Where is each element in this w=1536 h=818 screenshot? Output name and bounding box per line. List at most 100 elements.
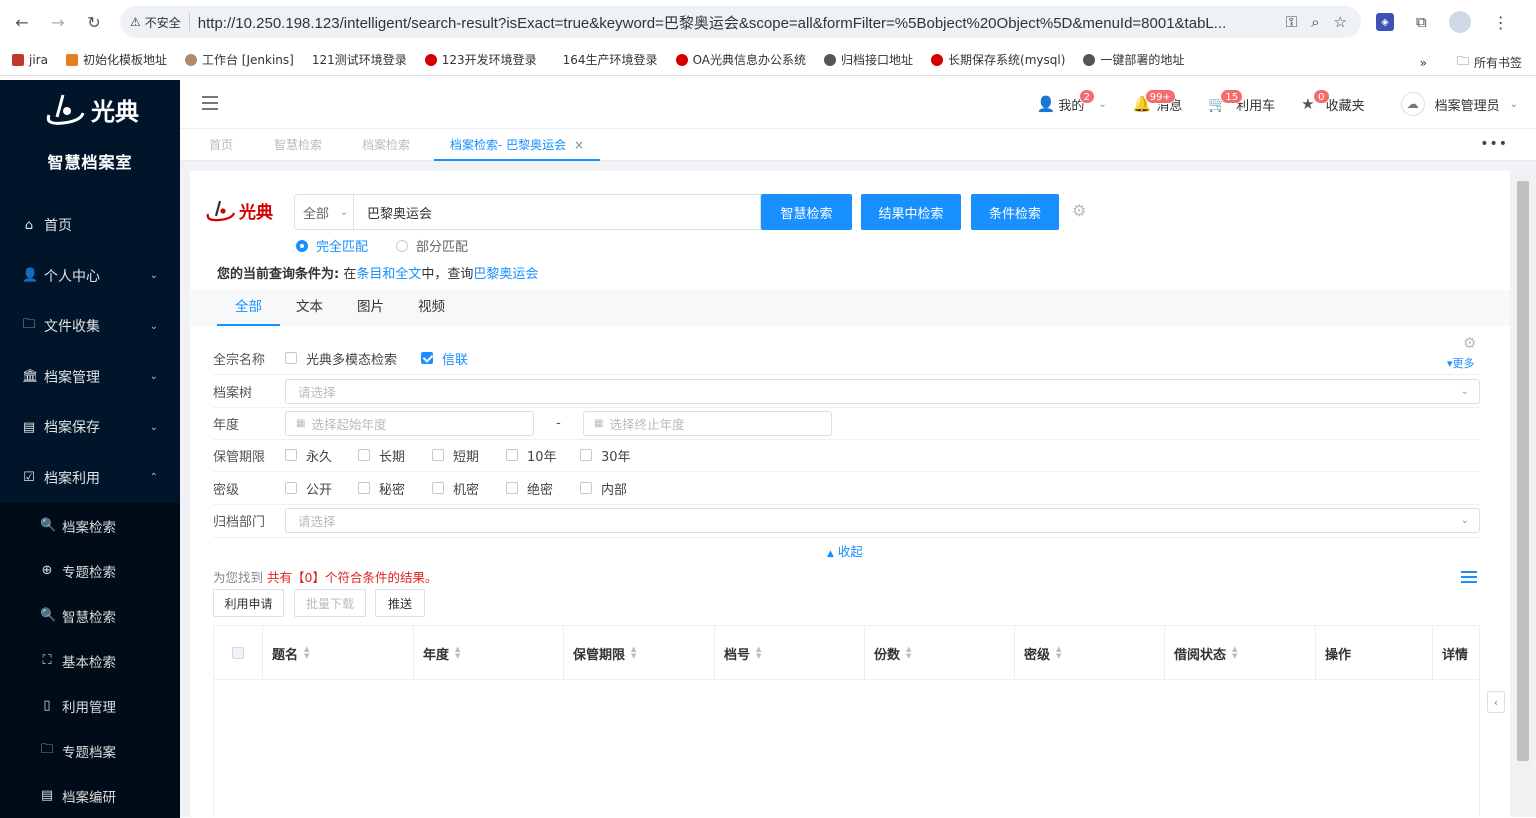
sort-icon[interactable]: ▲ ▼ bbox=[1232, 646, 1237, 660]
url-text[interactable]: http://10.250.198.123/intelligent/search… bbox=[198, 12, 1248, 33]
sidebar-item-3[interactable]: 🏛 档案管理 ⌄ bbox=[0, 352, 180, 403]
bookmark-oa[interactable]: OA光典信息办公系统 bbox=[675, 51, 806, 68]
start-year-input[interactable]: ▦ 选择起始年度 bbox=[285, 410, 534, 436]
tab-home[interactable]: 首页 bbox=[209, 130, 233, 161]
chevron-left-icon[interactable]: ‹ bbox=[1487, 691, 1505, 713]
bookmark-template[interactable]: 初始化模板地址 bbox=[65, 51, 167, 68]
tab-archive-search-keyword[interactable]: 档案检索- 巴黎奥运会 × bbox=[434, 130, 601, 161]
extension-icon[interactable]: ◈ bbox=[1376, 13, 1394, 31]
column-header-6[interactable]: 借阅状态 ▲ ▼ bbox=[1165, 626, 1316, 680]
sort-icon[interactable]: ▲ ▼ bbox=[304, 646, 309, 660]
department-select[interactable]: 请选择 ⌄ bbox=[285, 508, 1480, 533]
extensions-puzzle-icon[interactable]: ⧉ bbox=[1416, 13, 1427, 31]
zoom-icon[interactable]: ⌕ bbox=[1311, 13, 1319, 31]
messages-link[interactable]: 🔔 99+ 消息 bbox=[1133, 88, 1182, 114]
search-within-results-button[interactable]: 结果中检索 bbox=[861, 194, 961, 230]
bookmark-long-term[interactable]: 长期保存系统(mysql) bbox=[931, 51, 1065, 68]
more-icon[interactable]: ••• bbox=[1480, 136, 1508, 152]
profile-avatar[interactable] bbox=[1448, 11, 1471, 33]
sidebar-item-0[interactable]: ⌂ 首页 bbox=[0, 200, 180, 251]
secret-option-4[interactable]: 内部 bbox=[580, 479, 654, 498]
gear-icon[interactable]: ⚙ bbox=[1072, 201, 1086, 220]
sort-icon[interactable]: ▲ ▼ bbox=[631, 646, 636, 660]
column-header-7[interactable]: 操作 bbox=[1316, 626, 1433, 680]
tab-archive-search[interactable]: 档案检索 bbox=[362, 130, 410, 161]
forward-icon[interactable]: → bbox=[48, 12, 68, 32]
column-header-4[interactable]: 份数 ▲ ▼ bbox=[865, 626, 1015, 680]
exact-match-radio[interactable]: 完全匹配 bbox=[296, 236, 368, 255]
tab-all[interactable]: 全部 bbox=[217, 290, 280, 326]
bookmark-121[interactable]: 121测试环境登录 bbox=[312, 51, 407, 68]
bookmark-deploy[interactable]: 一键部署的地址 bbox=[1083, 51, 1184, 68]
fonds-option-multimodal[interactable]: 光典多模态检索 bbox=[285, 349, 397, 368]
keyword-input[interactable]: 巴黎奥运会 bbox=[353, 194, 761, 230]
browser-menu-icon[interactable]: ⋮ bbox=[1493, 13, 1509, 32]
column-header-0[interactable]: 题名 ▲ ▼ bbox=[263, 626, 414, 680]
sidebar-subitem-2[interactable]: 🔍 智慧检索 bbox=[0, 593, 180, 638]
partial-match-radio[interactable]: 部分匹配 bbox=[396, 236, 468, 255]
apply-use-button[interactable]: 利用申请 bbox=[213, 589, 284, 617]
column-header-2[interactable]: 保管期限 ▲ ▼ bbox=[564, 626, 715, 680]
sidebar-item-1[interactable]: 👤 个人中心 ⌄ bbox=[0, 251, 180, 302]
sidebar-subitem-5[interactable]: 🗀 专题档案 bbox=[0, 728, 180, 773]
bookmark-164[interactable]: 164生产环境登录 bbox=[563, 51, 658, 68]
scope-select[interactable]: 全部 ⌄ bbox=[294, 194, 353, 230]
fonds-option-xinlian[interactable]: 信联 bbox=[421, 349, 468, 368]
reload-icon[interactable]: ↻ bbox=[84, 12, 104, 32]
bookmark-jira[interactable]: jira bbox=[12, 53, 48, 67]
archive-tree-select[interactable]: 请选择 ⌄ bbox=[285, 378, 1480, 404]
sidebar-subitem-6[interactable]: ▤ 档案编研 bbox=[0, 773, 180, 818]
tab-video[interactable]: 视频 bbox=[418, 290, 445, 326]
secret-option-1[interactable]: 秘密 bbox=[358, 479, 432, 498]
scrollbar-thumb[interactable] bbox=[1517, 181, 1529, 761]
collapse-filters-link[interactable]: ▲ 收起 bbox=[827, 541, 863, 560]
bookmarks-overflow-icon[interactable]: » bbox=[1420, 56, 1427, 70]
column-header-1[interactable]: 年度 ▲ ▼ bbox=[414, 626, 564, 680]
sidebar-item-2[interactable]: 🗀 文件收集 ⌄ bbox=[0, 301, 180, 352]
back-icon[interactable]: ← bbox=[12, 12, 32, 32]
smart-search-button[interactable]: 智慧检索 bbox=[761, 194, 852, 230]
end-year-input[interactable]: ▦ 选择终止年度 bbox=[583, 410, 832, 436]
retention-option-2[interactable]: 短期 bbox=[432, 446, 506, 465]
sidebar-subitem-1[interactable]: ⊕ 专题检索 bbox=[0, 548, 180, 593]
tab-image[interactable]: 图片 bbox=[357, 290, 384, 326]
retention-option-3[interactable]: 10年 bbox=[506, 446, 580, 465]
tab-smart-search[interactable]: 智慧检索 bbox=[274, 130, 322, 161]
security-indicator[interactable]: ⚠ 不安全 bbox=[130, 13, 190, 31]
mine-menu[interactable]: 👤 我的 2 ⌄ bbox=[1037, 88, 1107, 114]
star-icon[interactable]: ☆ bbox=[1334, 13, 1347, 31]
sort-icon[interactable]: ▲ ▼ bbox=[756, 646, 761, 660]
retention-option-0[interactable]: 永久 bbox=[285, 446, 358, 465]
tab-text[interactable]: 文本 bbox=[296, 290, 323, 326]
close-icon[interactable]: × bbox=[574, 138, 584, 152]
favorites-link[interactable]: ★ 0 收藏夹 bbox=[1301, 88, 1365, 114]
all-bookmarks[interactable]: 🗀 所有书签 bbox=[1457, 52, 1522, 73]
sidebar-subitem-4[interactable]: ▯ 利用管理 bbox=[0, 683, 180, 728]
condition-search-button[interactable]: 条件检索 bbox=[971, 194, 1059, 230]
column-header-3[interactable]: 档号 ▲ ▼ bbox=[715, 626, 865, 680]
address-bar[interactable]: ⚠ 不安全 http://10.250.198.123/intelligent/… bbox=[120, 6, 1361, 38]
menu-toggle-icon[interactable] bbox=[202, 96, 218, 110]
secret-option-2[interactable]: 机密 bbox=[432, 479, 506, 498]
key-icon[interactable]: ⚿ bbox=[1286, 13, 1297, 31]
user-menu[interactable]: ☁ 档案管理员 ⌄ bbox=[1400, 92, 1518, 116]
retention-option-4[interactable]: 30年 bbox=[580, 446, 654, 465]
retention-option-1[interactable]: 长期 bbox=[358, 446, 432, 465]
column-header-8[interactable]: 详情 bbox=[1433, 626, 1479, 680]
list-view-icon[interactable] bbox=[1461, 571, 1477, 585]
sort-icon[interactable]: ▲ ▼ bbox=[1056, 646, 1061, 660]
bookmark-archive-api[interactable]: 归档接口地址 bbox=[824, 51, 913, 68]
batch-download-button[interactable]: 批量下载 bbox=[294, 589, 366, 617]
use-cart-link[interactable]: 🛒 15 利用车 bbox=[1208, 88, 1275, 114]
column-header-5[interactable]: 密级 ▲ ▼ bbox=[1015, 626, 1165, 680]
sidebar-item-5[interactable]: ☑ 档案利用 ⌃ bbox=[0, 453, 180, 504]
sidebar-item-4[interactable]: ▤ 档案保存 ⌄ bbox=[0, 402, 180, 453]
sort-icon[interactable]: ▲ ▼ bbox=[906, 646, 911, 660]
sidebar-subitem-3[interactable]: ⛶ 基本检索 bbox=[0, 638, 180, 683]
push-button[interactable]: 推送 bbox=[375, 589, 425, 617]
select-all-checkbox[interactable] bbox=[214, 626, 263, 680]
bookmark-jenkins[interactable]: 工作台 [Jenkins] bbox=[184, 51, 294, 68]
sort-icon[interactable]: ▲ ▼ bbox=[455, 646, 460, 660]
sidebar-subitem-0[interactable]: 🔍 档案检索 bbox=[0, 503, 180, 548]
secret-option-0[interactable]: 公开 bbox=[285, 479, 358, 498]
